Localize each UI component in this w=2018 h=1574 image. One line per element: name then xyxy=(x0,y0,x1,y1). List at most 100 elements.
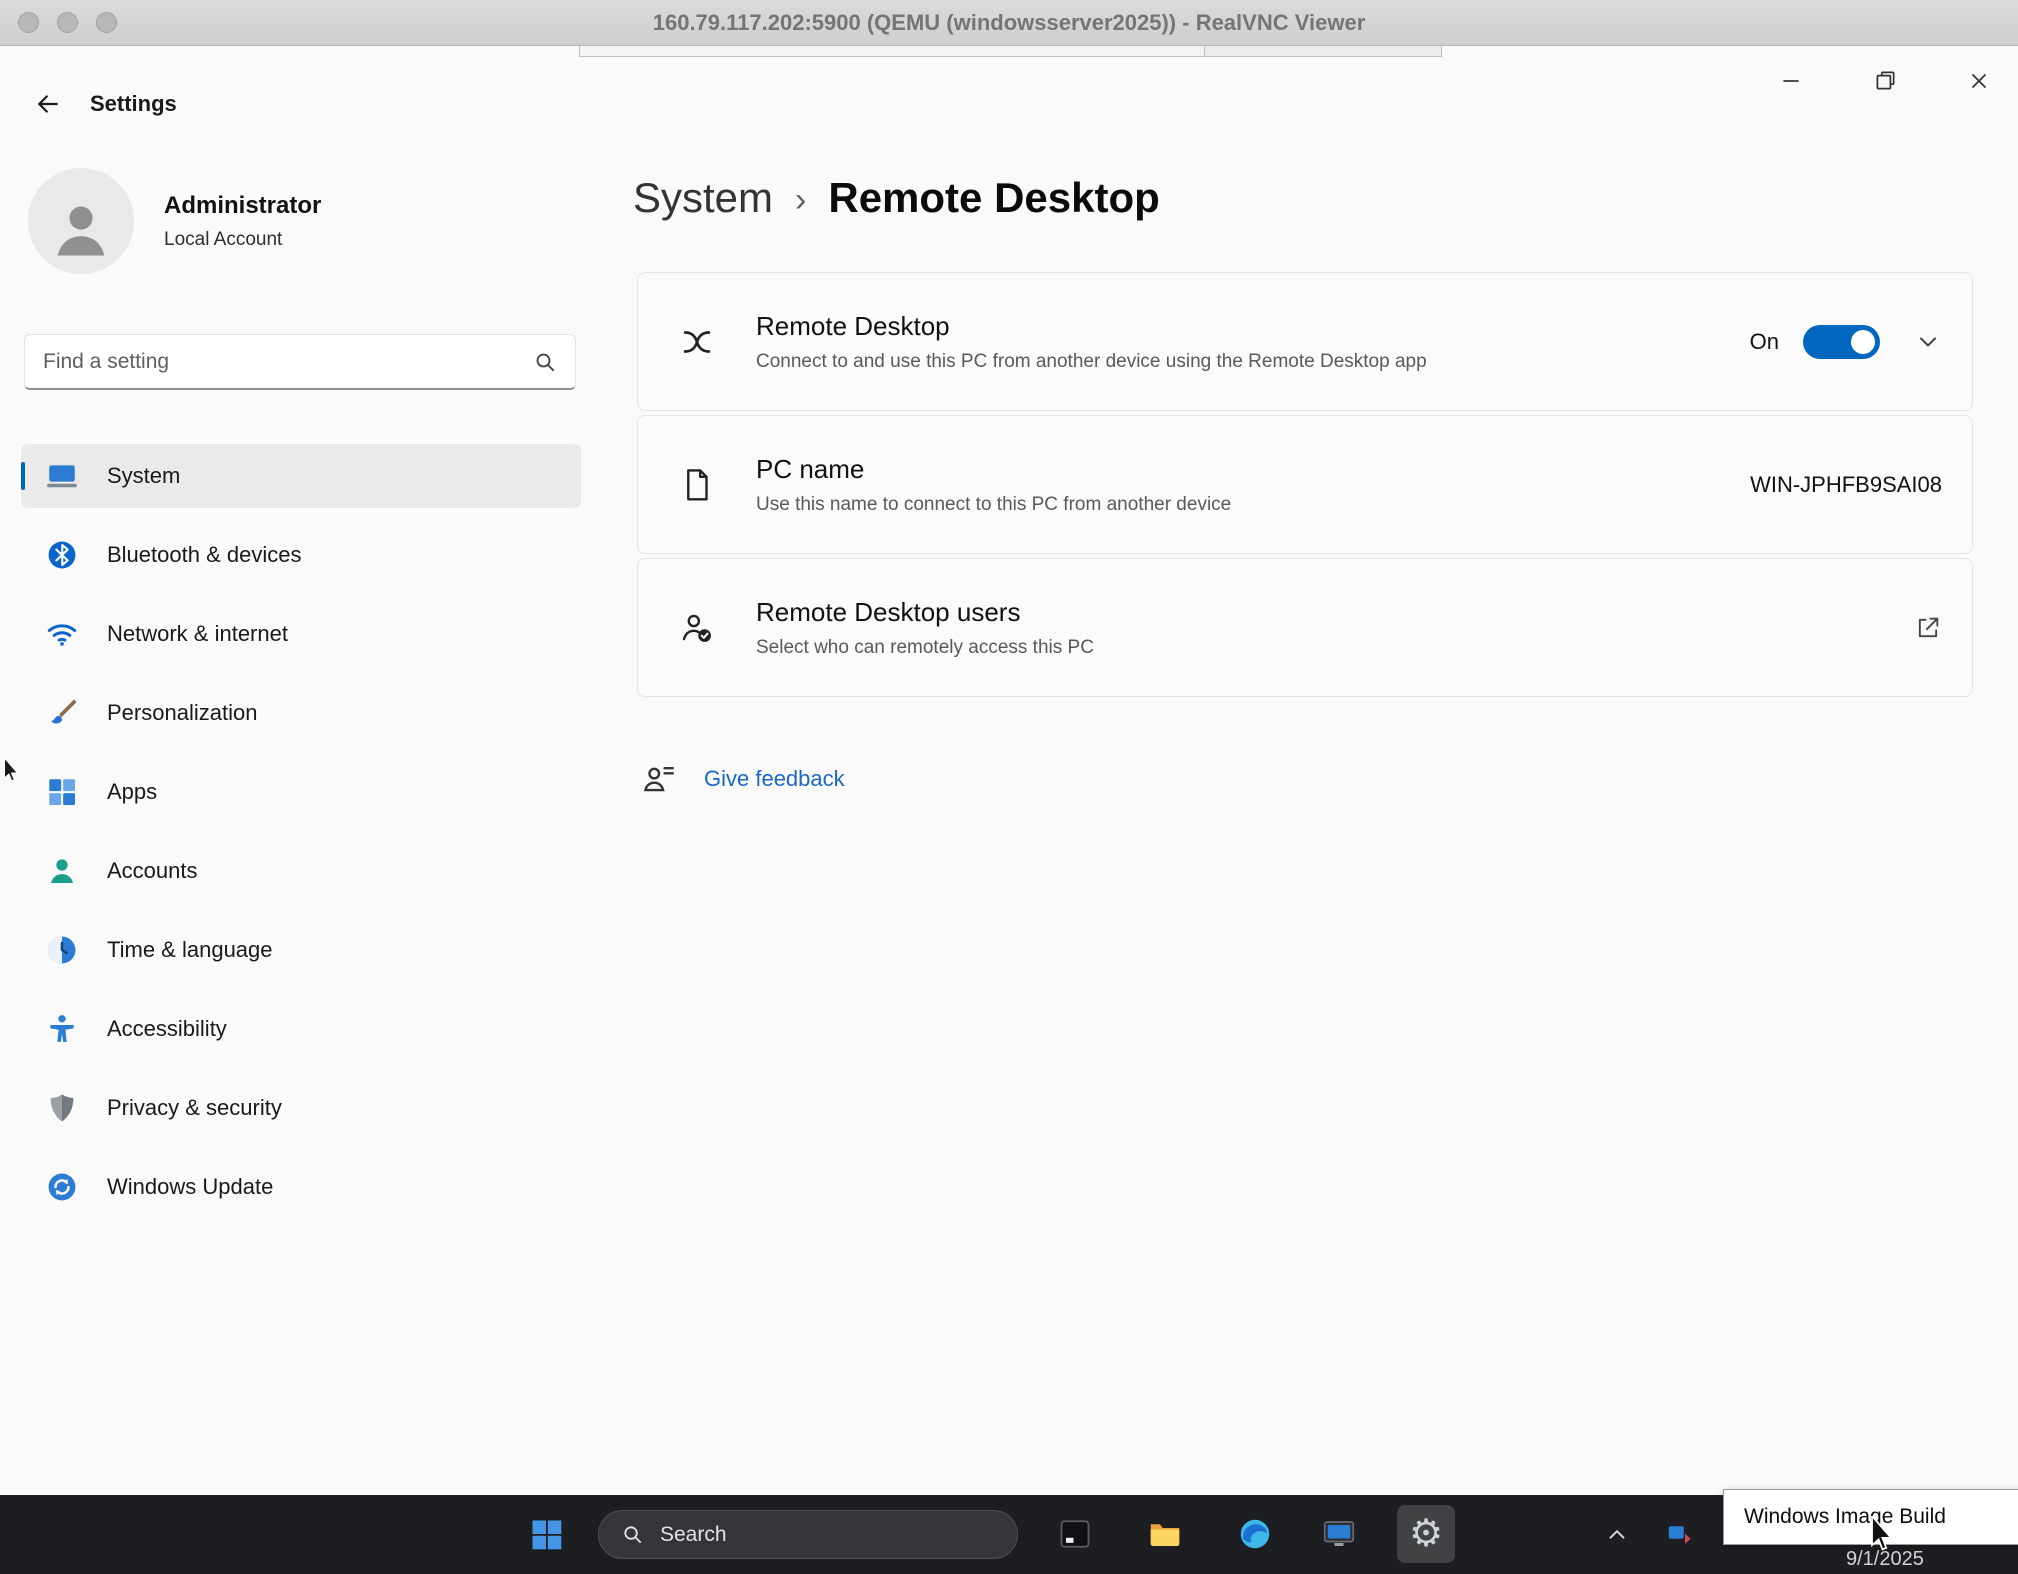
card-title: Remote Desktop xyxy=(756,311,1750,342)
chevron-down-icon[interactable] xyxy=(1914,328,1942,356)
card-subtitle: Connect to and use this PC from another … xyxy=(756,351,1750,373)
sidebar-nav: System Bluetooth & devices Network & int… xyxy=(21,444,581,1219)
time-language-icon xyxy=(45,933,79,967)
mouse-cursor xyxy=(1868,1516,1898,1554)
gear-icon: ⚙ xyxy=(1409,1515,1443,1553)
taskbar: Search ⚙ xyxy=(0,1495,2018,1574)
pc-name-value: WIN-JPHFB9SAI08 xyxy=(1750,472,1942,498)
give-feedback[interactable]: Give feedback xyxy=(640,760,845,798)
remote-desktop-icon xyxy=(678,323,716,361)
background-window-edge-2 xyxy=(1204,46,1442,57)
sidebar-item-time-language[interactable]: Time & language xyxy=(21,918,581,982)
sidebar-item-accessibility[interactable]: Accessibility xyxy=(21,997,581,1061)
sidebar-item-label: Accounts xyxy=(107,858,198,884)
taskbar-search-label: Search xyxy=(660,1523,727,1547)
give-feedback-link[interactable]: Give feedback xyxy=(704,766,845,792)
minimize-button[interactable] xyxy=(1770,60,1812,102)
pc-name-card: PC name Use this name to connect to this… xyxy=(637,415,1973,554)
mac-traffic-lights xyxy=(18,12,117,33)
sidebar-item-network-internet[interactable]: Network & internet xyxy=(21,602,581,666)
apps-icon xyxy=(45,775,79,809)
sidebar-item-label: Bluetooth & devices xyxy=(107,542,301,568)
page-title: Settings xyxy=(90,91,177,117)
sidebar-item-label: Personalization xyxy=(107,700,257,726)
vnc-titlebar: 160.79.117.202:5900 (QEMU (windowsserver… xyxy=(0,0,2018,46)
card-title: Remote Desktop users xyxy=(756,597,1914,628)
taskbar-app-monitor[interactable] xyxy=(1315,1510,1363,1558)
accounts-icon xyxy=(45,854,79,888)
window-controls xyxy=(1770,60,2000,102)
sidebar-item-apps[interactable]: Apps xyxy=(21,760,581,824)
back-arrow-icon xyxy=(33,89,63,119)
system-icon xyxy=(45,459,79,493)
taskbar-app-console[interactable] xyxy=(1051,1510,1099,1558)
bluetooth-icon xyxy=(45,538,79,572)
network-icon xyxy=(45,617,79,651)
sidebar-item-privacy-security[interactable]: Privacy & security xyxy=(21,1076,581,1140)
personalization-icon xyxy=(45,696,79,730)
privacy-security-icon xyxy=(45,1091,79,1125)
remote-desktop-users-icon xyxy=(678,609,716,647)
background-window-edge xyxy=(579,46,1205,57)
vnc-window-title: 160.79.117.202:5900 (QEMU (windowsserver… xyxy=(653,10,1366,36)
mouse-cursor-left xyxy=(2,758,22,784)
start-button[interactable] xyxy=(522,1510,570,1558)
taskbar-app-settings[interactable]: ⚙ xyxy=(1397,1505,1455,1563)
sidebar-item-system[interactable]: System xyxy=(21,444,581,508)
monitor-icon xyxy=(1321,1516,1357,1552)
remote-desktop-card[interactable]: Remote Desktop Connect to and use this P… xyxy=(637,272,1973,411)
back-button[interactable] xyxy=(26,82,70,126)
account-name: Administrator xyxy=(164,192,321,220)
breadcrumb-remote-desktop: Remote Desktop xyxy=(828,174,1159,222)
card-subtitle: Use this name to connect to this PC from… xyxy=(756,494,1750,516)
external-link-icon[interactable] xyxy=(1914,614,1942,642)
settings-search[interactable] xyxy=(24,334,576,390)
folder-icon xyxy=(1147,1516,1183,1552)
taskbar-app-file-explorer[interactable] xyxy=(1141,1510,1189,1558)
sidebar-item-personalization[interactable]: Personalization xyxy=(21,681,581,745)
taskbar-app-edge[interactable] xyxy=(1231,1510,1279,1558)
card-subtitle: Select who can remotely access this PC xyxy=(756,637,1914,659)
remote-desktop-users-card[interactable]: Remote Desktop users Select who can remo… xyxy=(637,558,1973,697)
tray-status-icon[interactable] xyxy=(1658,1513,1702,1557)
toggle-knob xyxy=(1851,330,1875,354)
mac-minimize-button[interactable] xyxy=(57,12,78,33)
edge-icon xyxy=(1237,1516,1273,1552)
windows-logo-icon xyxy=(528,1516,564,1552)
sidebar-item-label: Privacy & security xyxy=(107,1095,282,1121)
toggle-state-label: On xyxy=(1750,329,1779,355)
breadcrumb: System › Remote Desktop xyxy=(633,174,1160,222)
account-header[interactable]: Administrator Local Account xyxy=(28,168,321,274)
sidebar-item-label: Windows Update xyxy=(107,1174,273,1200)
breadcrumb-separator-icon: › xyxy=(795,177,806,220)
settings-cards: Remote Desktop Connect to and use this P… xyxy=(637,272,1973,697)
search-input[interactable] xyxy=(43,350,533,374)
sidebar-item-label: Network & internet xyxy=(107,621,288,647)
breadcrumb-system[interactable]: System xyxy=(633,174,773,222)
person-icon xyxy=(48,195,114,261)
settings-window: Settings Administrator Local Account Sys… xyxy=(0,46,2018,1495)
search-icon xyxy=(533,350,557,374)
account-type: Local Account xyxy=(164,229,321,251)
sidebar-item-accounts[interactable]: Accounts xyxy=(21,839,581,903)
windows-update-icon xyxy=(45,1170,79,1204)
tray-chevron-up-icon[interactable] xyxy=(1596,1517,1638,1553)
sidebar-item-windows-update[interactable]: Windows Update xyxy=(21,1155,581,1219)
mac-close-button[interactable] xyxy=(18,12,39,33)
sidebar-item-label: Time & language xyxy=(107,937,273,963)
search-icon xyxy=(621,1523,644,1546)
mac-zoom-button[interactable] xyxy=(96,12,117,33)
tooltip-text: Windows Image Build xyxy=(1744,1505,1946,1529)
card-title: PC name xyxy=(756,454,1750,485)
sidebar-item-label: System xyxy=(107,463,180,489)
restore-button[interactable] xyxy=(1864,60,1906,102)
sidebar-item-bluetooth-devices[interactable]: Bluetooth & devices xyxy=(21,523,581,587)
close-button[interactable] xyxy=(1958,60,2000,102)
sidebar-item-label: Accessibility xyxy=(107,1016,227,1042)
pc-name-icon xyxy=(678,466,716,504)
remote-desktop-toggle[interactable] xyxy=(1803,325,1880,359)
console-icon xyxy=(1057,1516,1093,1552)
accessibility-icon xyxy=(45,1012,79,1046)
avatar xyxy=(28,168,134,274)
taskbar-search[interactable]: Search xyxy=(598,1510,1018,1559)
